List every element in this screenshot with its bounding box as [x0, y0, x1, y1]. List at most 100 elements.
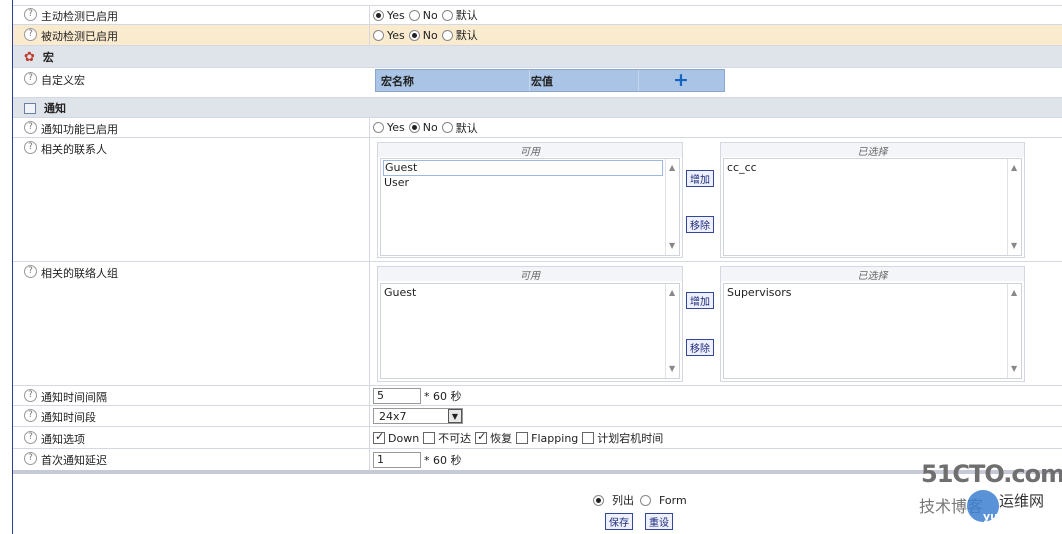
- groups-available-panel: 可用 Guest ▲ ▼: [377, 266, 683, 382]
- form-output-radio[interactable]: [640, 494, 651, 506]
- radio-label: Yes: [387, 121, 405, 134]
- row-contacts: ? 相关的联系人 可用 Guest User ▲ ▼ 增加 移除 已选择 cc_cc…: [13, 138, 1062, 262]
- help-icon[interactable]: ?: [24, 141, 37, 154]
- radio-label: Yes: [387, 8, 405, 22]
- row-custom-macro: ? 自定义宏 宏名称 宏值 +: [13, 68, 1062, 98]
- scrollbar[interactable]: ▲ ▼: [665, 284, 679, 378]
- radio-label: 默认: [455, 29, 478, 42]
- chevron-down-icon[interactable]: ▼: [448, 409, 462, 423]
- option-downtime-checkbox[interactable]: [582, 432, 595, 444]
- help-icon[interactable]: ?: [24, 452, 37, 465]
- help-icon[interactable]: ?: [24, 389, 37, 402]
- notify-interval-input[interactable]: 5: [373, 387, 421, 404]
- list-item[interactable]: Guest: [384, 286, 676, 300]
- macro-value-header: 宏值: [531, 74, 553, 88]
- field-label: 自定义宏: [41, 74, 85, 87]
- groups-selected-panel: 已选择 Supervisors ▲ ▼: [720, 266, 1025, 382]
- groups-available-list[interactable]: Guest ▲ ▼: [380, 283, 680, 379]
- list-item[interactable]: Supervisors: [727, 286, 1018, 300]
- active-yes-radio[interactable]: [373, 9, 384, 21]
- radio-label: 列出: [612, 494, 634, 507]
- help-icon[interactable]: ?: [24, 121, 37, 134]
- option-label: 计划宕机时间: [597, 432, 664, 445]
- active-no-radio[interactable]: [408, 9, 420, 21]
- field-label: 相关的联络人组: [41, 267, 118, 280]
- section-title: 宏: [42, 51, 54, 64]
- passive-no-radio[interactable]: [408, 29, 420, 41]
- list-item[interactable]: Guest: [383, 160, 663, 176]
- watermark-logo: 51CTO.com 技术博客 运维网 yunvn.com: [917, 460, 1062, 530]
- option-label: Flapping: [531, 431, 579, 445]
- field-label: 被动检测已启用: [41, 30, 118, 43]
- groups-remove-button[interactable]: 移除: [686, 339, 714, 356]
- macro-table-header: 宏名称 宏值 +: [375, 69, 725, 92]
- row-passive-check: ? 被动检测已启用 Yes No 默认: [13, 25, 1062, 46]
- selected-header: 已选择: [721, 267, 1024, 282]
- field-label: 相关的联系人: [41, 143, 107, 156]
- passive-default-radio[interactable]: [441, 29, 453, 41]
- option-label: 恢复: [490, 432, 513, 445]
- gear-icon: ✿: [24, 49, 35, 65]
- notify-default-radio[interactable]: [441, 122, 453, 133]
- output-mode: 列出 Form: [593, 492, 687, 508]
- option-recovery-checkbox[interactable]: [475, 430, 488, 444]
- notify-period-select[interactable]: 24x7 ▼: [373, 408, 463, 424]
- section-title: 通知: [44, 102, 66, 115]
- groups-selected-list[interactable]: Supervisors ▲ ▼: [723, 283, 1022, 379]
- row-notify-interval: ? 通知时间间隔 5 * 60 秒: [13, 386, 1062, 406]
- row-notify-enabled: ? 通知功能已启用 Yes No 默认: [13, 118, 1062, 138]
- contacts-add-button[interactable]: 增加: [686, 170, 714, 187]
- contacts-available-list[interactable]: Guest User ▲ ▼: [380, 158, 680, 256]
- row-notify-options: ? 通知选项 Down 不可达 恢复 Flapping 计划宕机时间: [13, 427, 1062, 449]
- list-output-radio[interactable]: [593, 494, 604, 506]
- contacts-selected-list[interactable]: cc_cc ▲ ▼: [723, 158, 1022, 256]
- help-icon[interactable]: ?: [24, 72, 37, 85]
- radio-label: No: [422, 121, 438, 134]
- contacts-remove-button[interactable]: 移除: [686, 216, 714, 233]
- row-active-check: ? 主动检测已启用 Yes No 默认: [13, 6, 1062, 25]
- option-unreachable-checkbox[interactable]: [423, 432, 436, 444]
- groups-add-button[interactable]: 增加: [686, 292, 714, 309]
- help-icon[interactable]: ?: [24, 431, 37, 444]
- list-item[interactable]: cc_cc: [727, 161, 1018, 175]
- help-icon[interactable]: ?: [24, 8, 37, 21]
- add-macro-icon[interactable]: +: [673, 70, 689, 91]
- scrollbar[interactable]: ▲ ▼: [665, 159, 679, 255]
- macro-name-header: 宏名称: [381, 74, 414, 88]
- field-label: 通知时间间隔: [41, 391, 107, 404]
- passive-yes-radio[interactable]: [373, 29, 384, 41]
- watermark-text: 运维网: [999, 492, 1045, 510]
- field-label: 通知功能已启用: [41, 123, 118, 136]
- notify-icon: [24, 102, 36, 114]
- watermark-text: yunvn.com: [983, 510, 1051, 523]
- radio-label: 默认: [455, 121, 478, 135]
- reset-button[interactable]: 重设: [645, 513, 673, 530]
- available-header: 可用: [378, 143, 682, 158]
- row-first-delay: ? 首次通知延迟 1 * 60 秒: [13, 449, 1062, 470]
- notify-no-radio[interactable]: [408, 122, 420, 133]
- help-icon[interactable]: ?: [24, 28, 37, 41]
- save-button[interactable]: 保存: [605, 513, 633, 530]
- form-bottom-bar: [13, 470, 1062, 474]
- unit-label: * 60 秒: [424, 389, 462, 403]
- field-label: 主动检测已启用: [41, 10, 118, 23]
- help-icon[interactable]: ?: [24, 265, 37, 278]
- field-label: 通知选项: [41, 433, 85, 446]
- radio-label: No: [422, 28, 438, 42]
- unit-label: * 60 秒: [424, 453, 462, 467]
- available-header: 可用: [378, 267, 682, 282]
- option-label: Down: [388, 431, 420, 445]
- selected-value: 24x7: [379, 409, 407, 423]
- active-default-radio[interactable]: [441, 9, 453, 21]
- option-flapping-checkbox[interactable]: [516, 432, 529, 444]
- field-label: 首次通知延迟: [41, 454, 107, 467]
- first-delay-input[interactable]: 1: [373, 451, 421, 468]
- list-item[interactable]: User: [384, 176, 676, 190]
- option-down-checkbox[interactable]: [373, 430, 385, 444]
- field-label: 通知时间段: [41, 411, 96, 424]
- help-icon[interactable]: ?: [24, 409, 37, 422]
- notify-yes-radio[interactable]: [373, 122, 384, 133]
- scrollbar[interactable]: ▲ ▼: [1007, 284, 1021, 378]
- selected-header: 已选择: [721, 143, 1024, 158]
- scrollbar[interactable]: ▲ ▼: [1007, 159, 1021, 255]
